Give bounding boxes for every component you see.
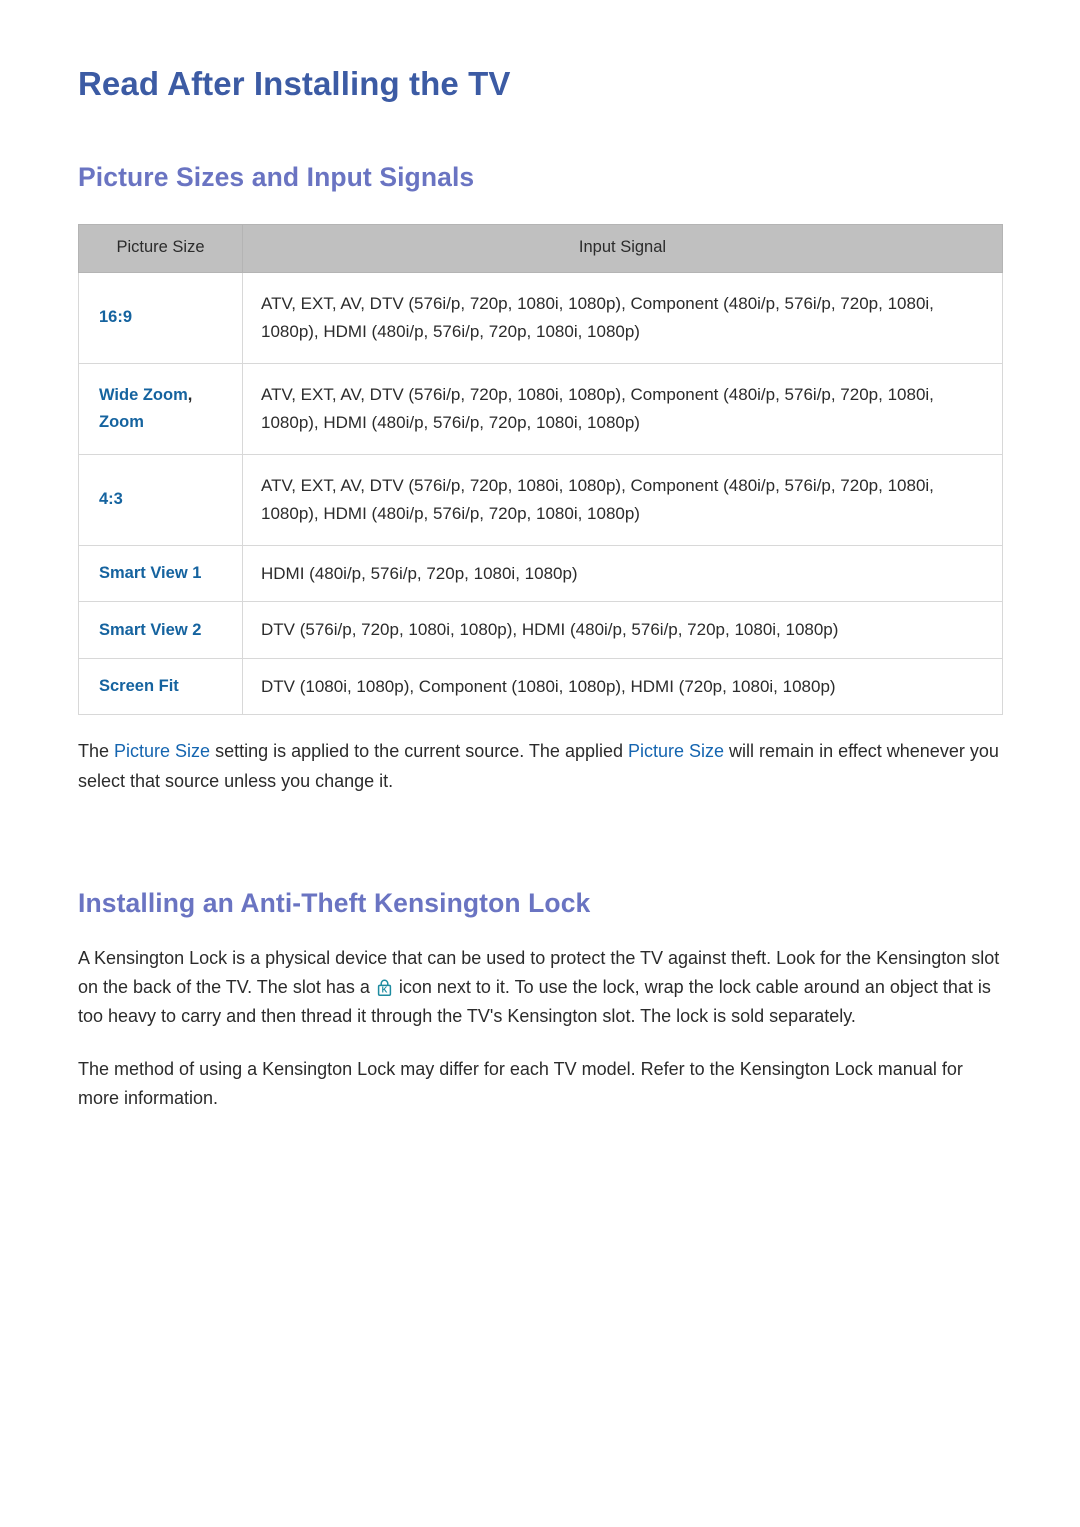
note-text-part2: setting is applied to the current source…: [210, 741, 628, 762]
column-header-input-signal: Input Signal: [242, 224, 1003, 273]
table-row: Smart View 2 DTV (576i/p, 720p, 1080i, 1…: [78, 601, 1003, 659]
picture-size-label: Smart View 2: [99, 620, 202, 639]
cell-input-signal: ATV, EXT, AV, DTV (576i/p, 720p, 1080i, …: [242, 271, 1003, 364]
cell-input-signal: ATV, EXT, AV, DTV (576i/p, 720p, 1080i, …: [242, 362, 1003, 455]
picture-size-label: 16:9: [99, 308, 133, 327]
cell-picture-size: Wide Zoom, Zoom: [78, 362, 243, 455]
cell-input-signal: DTV (576i/p, 720p, 1080i, 1080p), HDMI (…: [242, 601, 1003, 659]
table-row: Screen Fit DTV (1080i, 1080p), Component…: [78, 657, 1003, 716]
cell-input-signal: ATV, EXT, AV, DTV (576i/p, 720p, 1080i, …: [242, 453, 1003, 546]
table-row: Smart View 1 HDMI (480i/p, 576i/p, 720p,…: [78, 544, 1003, 603]
section-heading-picture-sizes: Picture Sizes and Input Signals: [78, 161, 475, 192]
picture-size-label: Screen Fit: [99, 677, 179, 696]
table-header: Picture Size Input Signal: [78, 224, 1003, 273]
section-heading-kensington-lock: Installing an Anti-Theft Kensington Lock: [78, 887, 591, 918]
picture-size-label: Smart View 1: [99, 564, 202, 583]
kensington-paragraph-1: A Kensington Lock is a physical device t…: [78, 920, 1002, 1031]
kensington-paragraph-2: The method of using a Kensington Lock ma…: [78, 1059, 963, 1109]
picture-size-label: 4:3: [99, 490, 123, 509]
note-term-picture-size-2: Picture Size: [628, 741, 725, 762]
note-text-part1: The: [78, 741, 115, 762]
cell-picture-size: Screen Fit: [78, 657, 243, 716]
cell-input-signal: HDMI (480i/p, 576i/p, 720p, 1080i, 1080p…: [242, 544, 1003, 603]
table-body: 16:9 ATV, EXT, AV, DTV (576i/p, 720p, 10…: [78, 271, 1003, 716]
cell-picture-size: Smart View 1: [78, 544, 243, 603]
cell-picture-size: Smart View 2: [78, 601, 243, 659]
cell-picture-size: 4:3: [78, 453, 243, 546]
table-row: Wide Zoom, Zoom ATV, EXT, AV, DTV (576i/…: [78, 362, 1003, 455]
cell-picture-size: 16:9: [78, 271, 243, 364]
picture-size-separator: ,: [187, 386, 193, 405]
note-term-picture-size-1: Picture Size: [114, 741, 211, 762]
table-row: 16:9 ATV, EXT, AV, DTV (576i/p, 720p, 10…: [78, 271, 1003, 364]
svg-text:K: K: [381, 985, 387, 994]
table-row: 4:3 ATV, EXT, AV, DTV (576i/p, 720p, 108…: [78, 453, 1003, 546]
picture-size-label: Wide Zoom: [99, 386, 188, 405]
cell-input-signal: DTV (1080i, 1080p), Component (1080i, 10…: [242, 657, 1003, 716]
picture-size-signal-table: Picture Size Input Signal 16:9 ATV, EXT,…: [78, 224, 1003, 716]
document-page: Read After Installing the TV Picture Siz…: [0, 0, 1080, 1527]
kensington-lock-icon: K: [377, 979, 392, 996]
picture-size-note-paragraph: The Picture Size setting is applied to t…: [78, 715, 1002, 795]
page-title: Read After Installing the TV: [78, 65, 511, 102]
picture-size-label-line2: Zoom: [99, 412, 144, 431]
column-header-picture-size: Picture Size: [78, 224, 243, 273]
table-header-row: Picture Size Input Signal: [78, 224, 1003, 273]
